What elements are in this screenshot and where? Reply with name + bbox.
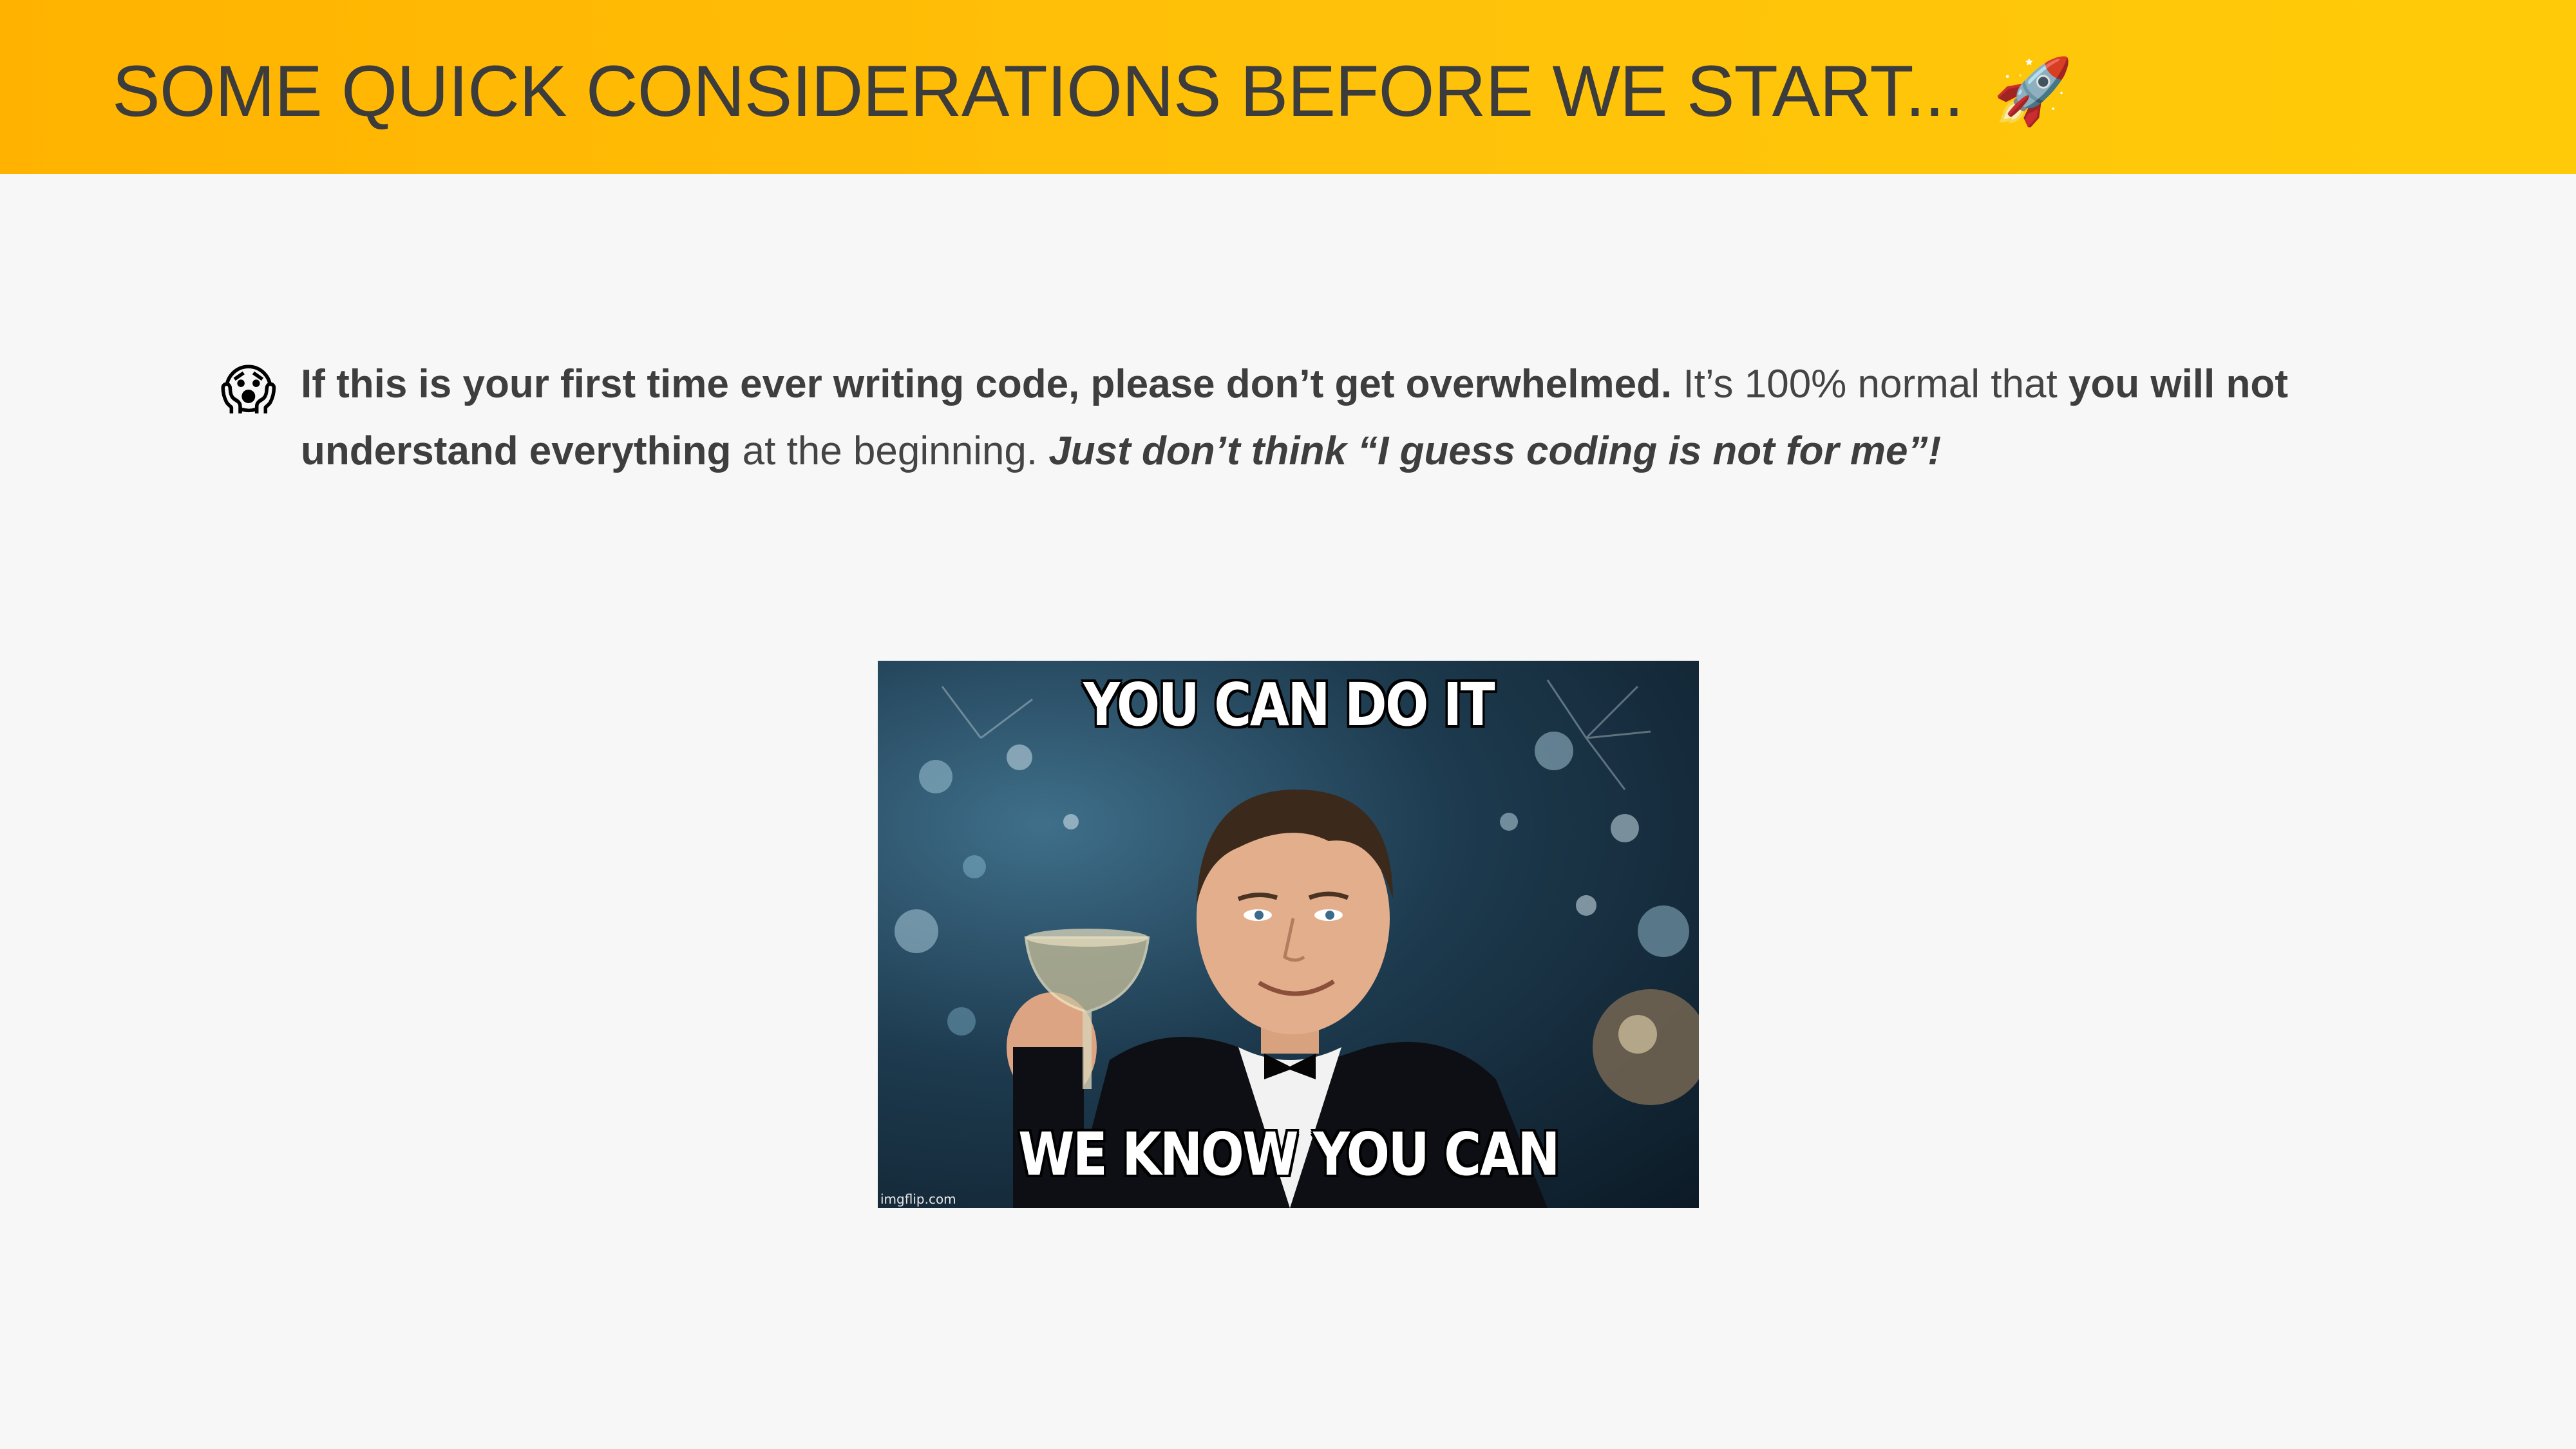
meme-watermark: imgflip.com	[880, 1191, 956, 1207]
slide-title: SOME QUICK CONSIDERATIONS BEFORE WE STAR…	[112, 46, 2074, 137]
bullet-segment-0: If this is your first time ever writing …	[301, 362, 1672, 406]
bullet-text: If this is your first time ever writing …	[301, 351, 2349, 485]
bullet-segment-4: Just don’t think “I guess coding is not …	[1048, 429, 1942, 473]
rocket-icon: 🚀	[1993, 55, 2074, 128]
bullet-segment-1: It’s 100% normal that	[1672, 362, 2069, 406]
slide-title-text: SOME QUICK CONSIDERATIONS BEFORE WE STAR…	[112, 51, 1964, 131]
meme-bottom-caption: WE KNOW YOU CAN	[1018, 1120, 1560, 1189]
header-bar: SOME QUICK CONSIDERATIONS BEFORE WE STAR…	[0, 0, 2576, 174]
screaming-face-icon: 😱	[220, 359, 277, 420]
meme-top-caption: YOU CAN DO IT	[1083, 670, 1495, 739]
meme-image: YOU CAN DO IT WE KNOW YOU CAN imgflip.co…	[878, 661, 1699, 1208]
slide: SOME QUICK CONSIDERATIONS BEFORE WE STAR…	[0, 0, 2576, 1449]
bullet-segment-3: at the beginning.	[731, 429, 1049, 473]
